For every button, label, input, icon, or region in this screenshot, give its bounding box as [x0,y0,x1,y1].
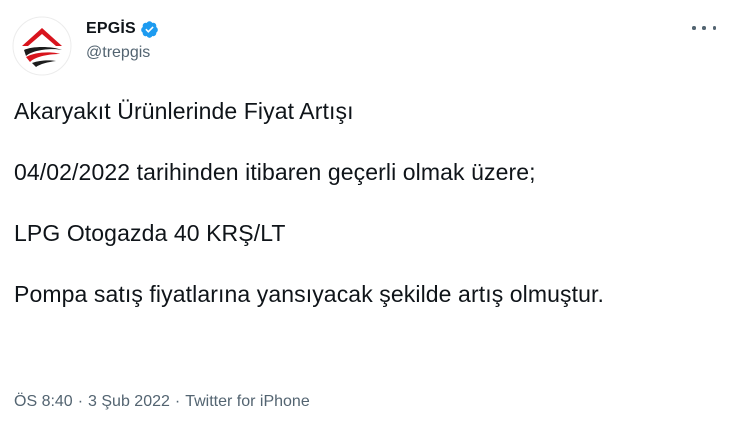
tweet-date[interactable]: 3 Şub 2022 [88,393,170,411]
meta-separator: · [77,393,84,410]
more-dot [702,26,706,30]
author-block: EPGİS @trepgis [86,18,159,62]
tweet-line-title: Akaryakıt Ürünlerinde Fiyat Artışı [14,98,354,124]
more-dot [692,26,696,30]
meta-separator: · [174,393,181,410]
tweet-time[interactable]: ÖS 8:40 [14,393,73,411]
name-row: EPGİS [86,18,159,40]
epgis-logo-icon [12,16,72,76]
tweet-source[interactable]: Twitter for iPhone [185,393,310,411]
display-name[interactable]: EPGİS [86,20,136,38]
avatar[interactable] [12,16,72,76]
verified-badge-icon [141,20,158,38]
more-dot [712,26,716,30]
tweet-line-note: Pompa satış fiyatlarına yansıyacak şekil… [14,281,604,307]
tweet-text: Akaryakıt Ürünlerinde Fiyat Artışı 04/02… [14,96,714,340]
tweet-card: EPGİS @trepgis Akaryakıt Ürünlerinde Fiy… [0,0,730,432]
tweet-line-date: 04/02/2022 tarihinden itibaren geçerli o… [14,159,536,185]
tweet-meta: ÖS 8:40 · 3 Şub 2022 · Twitter for iPhon… [14,393,310,411]
user-handle[interactable]: @trepgis [86,44,159,62]
more-options-icon[interactable] [692,20,716,36]
tweet-line-price: LPG Otogazda 40 KRŞ/LT [14,220,286,246]
